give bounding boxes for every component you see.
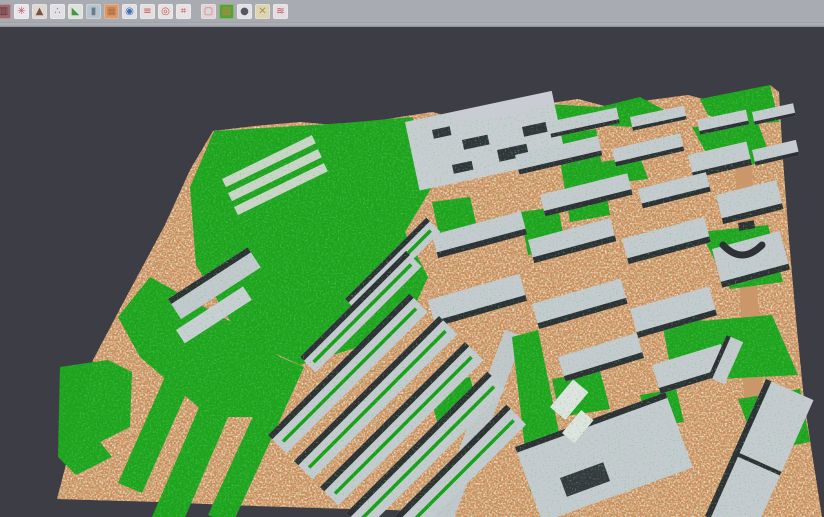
snowflake-points-icon[interactable]: ✳ xyxy=(14,4,29,19)
frame-icon[interactable]: ▢ xyxy=(201,4,216,19)
cylinder-icon[interactable]: ▮ xyxy=(86,4,101,19)
sphere-icon[interactable]: ● xyxy=(237,4,252,19)
classification-map-icon[interactable]: ▧ xyxy=(219,4,234,19)
point-speckle xyxy=(57,85,822,517)
toolbar: ▥✳▲∴◣▮▦◉≡◎⌗ ▢▧●✕≋ xyxy=(0,0,824,22)
layers-icon[interactable]: ≋ xyxy=(273,4,288,19)
point-cloud-scene xyxy=(0,27,824,517)
histogram-icon[interactable]: ▥ xyxy=(0,4,11,19)
viewport-3d[interactable] xyxy=(0,27,824,517)
app-window: { "toolbar": { "background": "#a9abb2", … xyxy=(0,0,824,517)
crop-box-icon[interactable]: ⌗ xyxy=(176,4,191,19)
mesh-icon[interactable]: ✕ xyxy=(255,4,270,19)
mountain-icon[interactable]: ▲ xyxy=(32,4,47,19)
green-terrain-icon[interactable]: ◣ xyxy=(68,4,83,19)
attribute-table-icon[interactable]: ≡ xyxy=(140,4,155,19)
point-cloud-icon[interactable]: ∴ xyxy=(50,4,65,19)
globe-icon[interactable]: ◉ xyxy=(122,4,137,19)
gear-icon[interactable]: ◎ xyxy=(158,4,173,19)
orthophoto-icon[interactable]: ▦ xyxy=(104,4,119,19)
